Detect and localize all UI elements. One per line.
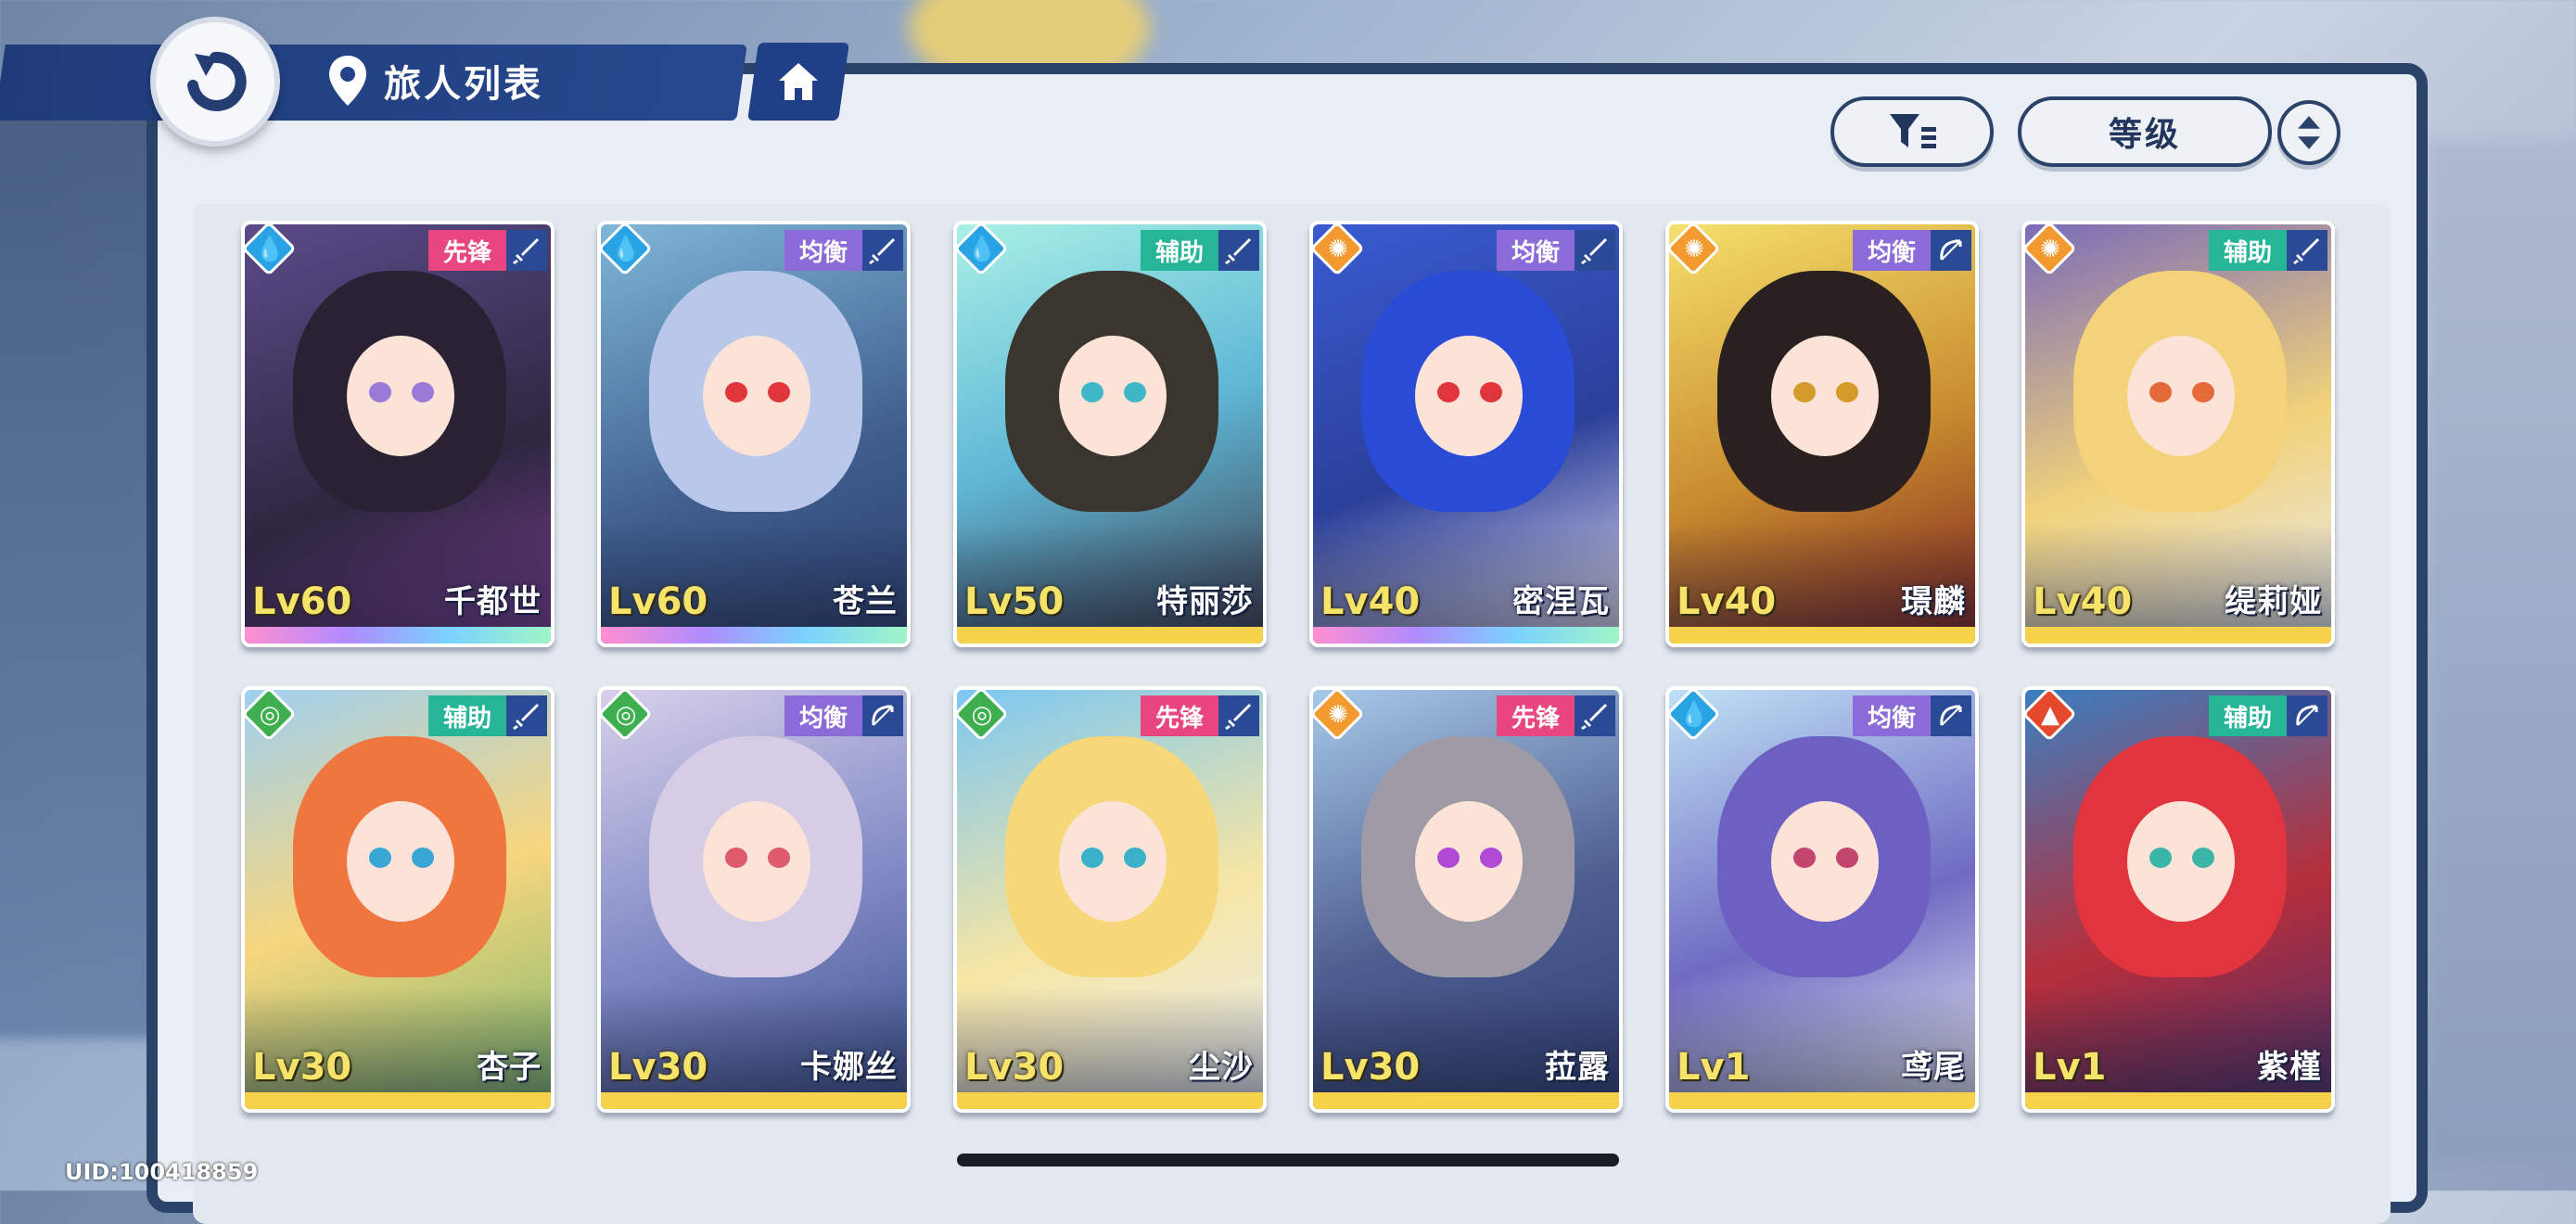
character-card[interactable]: ▲ 辅助 Lv1 紫槿 — [2021, 686, 2335, 1113]
character-card[interactable]: ✺ 均衡 Lv40 密涅瓦 — [1309, 221, 1623, 647]
character-name: 缇莉娅 — [2225, 583, 2322, 620]
wind-icon: ◎ — [601, 690, 653, 742]
fire-icon: ▲ — [2025, 690, 2077, 742]
role-badge: 均衡 — [1852, 230, 1931, 271]
character-name: 特丽莎 — [1156, 583, 1254, 620]
role-badge: 辅助 — [427, 695, 506, 736]
water-icon: 💧 — [245, 224, 297, 276]
light-icon: ✺ — [1313, 690, 1365, 742]
sword-icon — [1575, 695, 1615, 736]
character-card[interactable]: ◎ 均衡 Lv30 卡娜丝 — [597, 686, 911, 1113]
bow-icon — [2287, 695, 2327, 736]
role-badge: 先锋 — [1496, 695, 1575, 736]
sword-icon — [1218, 695, 1259, 736]
rarity-bar — [1669, 1092, 1975, 1109]
level-label: Lv30 — [964, 1046, 1065, 1089]
rarity-bar — [1313, 1092, 1619, 1109]
role-badge: 均衡 — [784, 695, 862, 736]
rarity-bar — [957, 627, 1263, 644]
sword-icon — [1218, 230, 1259, 271]
character-card[interactable]: 💧 均衡 Lv1 鸢尾 — [1665, 686, 1979, 1113]
role-badge: 均衡 — [784, 230, 862, 271]
header-bar — [0, 45, 747, 121]
character-card[interactable]: 💧 先锋 Lv60 千都世 — [241, 221, 555, 647]
home-icon — [779, 63, 818, 100]
character-name: 菈露 — [1545, 1049, 1610, 1086]
light-icon: ✺ — [2025, 224, 2077, 276]
level-label: Lv40 — [1320, 580, 1421, 623]
character-grid: 💧 先锋 Lv60 千都世 💧 均衡 Lv60 苍兰 💧 辅助 Lv50 特丽莎 ✺ 均衡 Lv40 密涅瓦 ✺… — [241, 221, 2337, 1120]
level-label: Lv60 — [252, 580, 352, 623]
character-card[interactable]: ✺ 先锋 Lv30 菈露 — [1309, 686, 1623, 1113]
level-label: Lv40 — [2033, 580, 2133, 623]
rarity-bar — [601, 1092, 907, 1109]
wind-icon: ◎ — [957, 690, 1009, 742]
location-pin-icon — [329, 56, 366, 106]
level-label: Lv30 — [608, 1046, 708, 1089]
filter-button[interactable] — [1830, 96, 1994, 167]
role-badge: 先锋 — [1140, 695, 1218, 736]
page-title: 旅人列表 — [384, 63, 543, 106]
character-card[interactable]: 💧 均衡 Lv60 苍兰 — [597, 221, 911, 647]
character-name: 杏子 — [477, 1049, 542, 1086]
bow-icon — [862, 695, 903, 736]
character-name: 尘沙 — [1189, 1049, 1254, 1086]
light-icon: ✺ — [1669, 224, 1721, 276]
rarity-bar — [245, 627, 551, 644]
back-arrow-icon — [187, 51, 247, 111]
character-card[interactable]: ✺ 辅助 Lv40 缇莉娅 — [2021, 221, 2335, 647]
bow-icon — [1931, 230, 1971, 271]
rarity-bar — [2025, 627, 2331, 644]
character-name: 密涅瓦 — [1512, 583, 1610, 620]
character-name: 千都世 — [444, 583, 542, 620]
water-icon: 💧 — [957, 224, 1009, 276]
character-name: 璟麟 — [1901, 583, 1966, 620]
rarity-bar — [1313, 627, 1619, 644]
role-badge: 辅助 — [1140, 230, 1218, 271]
character-name: 鸢尾 — [1901, 1049, 1966, 1086]
character-name: 卡娜丝 — [800, 1049, 898, 1086]
level-label: Lv1 — [2033, 1046, 2107, 1089]
level-label: Lv60 — [608, 580, 708, 623]
role-badge: 先锋 — [427, 230, 506, 271]
sort-order-button[interactable] — [2277, 100, 2340, 165]
wind-icon: ◎ — [245, 690, 297, 742]
rarity-bar — [245, 1092, 551, 1109]
level-label: Lv30 — [252, 1046, 352, 1089]
rarity-bar — [1669, 627, 1975, 644]
home-button[interactable] — [747, 43, 849, 121]
level-label: Lv1 — [1677, 1046, 1751, 1089]
rarity-bar — [601, 627, 907, 644]
character-name: 苍兰 — [833, 583, 898, 620]
sort-order-icon — [2298, 116, 2320, 149]
role-badge: 辅助 — [2208, 695, 2287, 736]
home-indicator[interactable] — [957, 1154, 1619, 1167]
uid-label: UID:100418859 — [65, 1159, 259, 1185]
level-label: Lv40 — [1677, 580, 1777, 623]
sword-icon — [506, 695, 547, 736]
light-icon: ✺ — [1313, 224, 1365, 276]
sword-icon — [862, 230, 903, 271]
character-card[interactable]: ◎ 先锋 Lv30 尘沙 — [953, 686, 1267, 1113]
rarity-bar — [957, 1092, 1263, 1109]
water-icon: 💧 — [601, 224, 653, 276]
filter-icon — [1890, 114, 1936, 148]
character-card[interactable]: ◎ 辅助 Lv30 杏子 — [241, 686, 555, 1113]
sort-dropdown[interactable]: 等级 — [2018, 96, 2272, 167]
back-button[interactable] — [150, 17, 280, 147]
water-icon: 💧 — [1669, 690, 1721, 742]
rarity-bar — [2025, 1092, 2331, 1109]
character-card[interactable]: ✺ 均衡 Lv40 璟麟 — [1665, 221, 1979, 647]
sword-icon — [2287, 230, 2327, 271]
sword-icon — [1575, 230, 1615, 271]
role-badge: 均衡 — [1852, 695, 1931, 736]
character-name: 紫槿 — [2257, 1049, 2322, 1086]
sword-icon — [506, 230, 547, 271]
level-label: Lv50 — [964, 580, 1065, 623]
level-label: Lv30 — [1320, 1046, 1421, 1089]
bow-icon — [1931, 695, 1971, 736]
character-card[interactable]: 💧 辅助 Lv50 特丽莎 — [953, 221, 1267, 647]
role-badge: 均衡 — [1496, 230, 1575, 271]
role-badge: 辅助 — [2208, 230, 2287, 271]
